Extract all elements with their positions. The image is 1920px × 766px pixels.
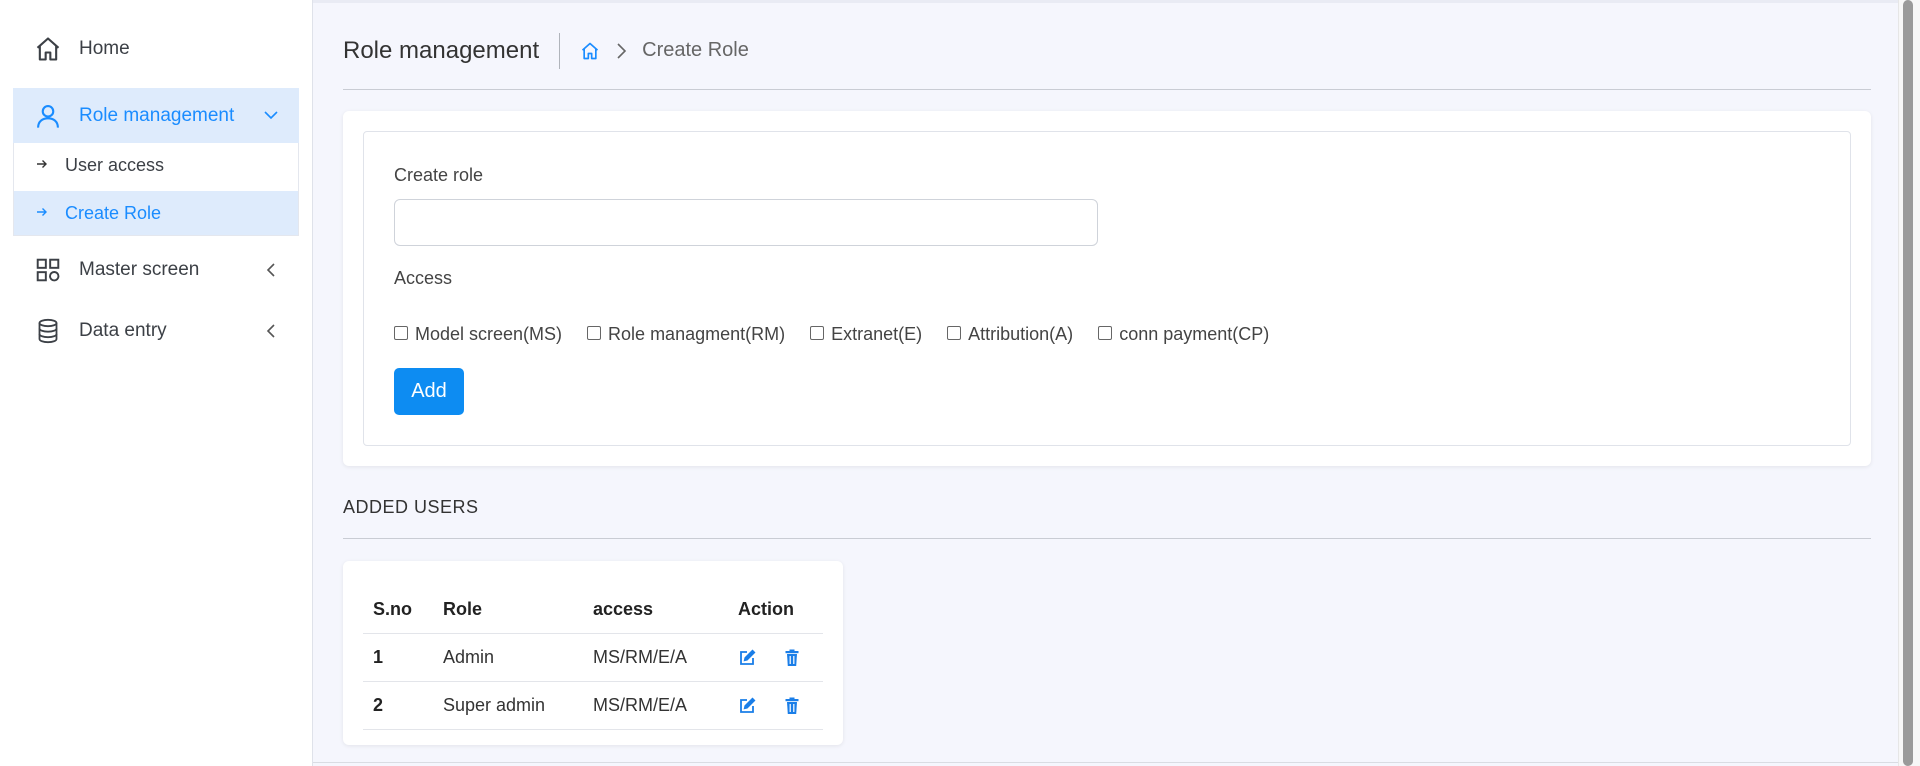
added-users-title: ADDED USERS xyxy=(343,497,1871,539)
sidebar-item-home[interactable]: Home xyxy=(13,27,299,71)
page-title: Role management xyxy=(343,36,540,64)
create-role-input[interactable] xyxy=(394,199,1098,246)
table-row: 1 Admin MS/RM/E/A xyxy=(363,633,823,682)
create-role-label: Create role xyxy=(394,165,484,185)
sidebar-sub-label: Create Role xyxy=(65,202,162,223)
cell-access: MS/RM/E/A xyxy=(583,681,728,730)
bottom-border xyxy=(313,762,1898,763)
table-row: 2 Super admin MS/RM/E/A xyxy=(363,681,823,730)
access-checkboxes: Model screen(MS) Role managment(RM) Extr… xyxy=(394,324,1294,345)
column-header-role: Role xyxy=(433,587,583,634)
home-icon xyxy=(33,34,63,64)
edit-icon[interactable] xyxy=(738,649,756,667)
sidebar-item-data-entry[interactable]: Data entry xyxy=(13,309,299,353)
sidebar-item-label: Home xyxy=(79,38,130,59)
breadcrumb-home-icon[interactable] xyxy=(580,41,600,61)
checkbox-conn-payment[interactable]: conn payment(CP) xyxy=(1098,324,1269,345)
user-icon xyxy=(33,101,63,131)
cell-role: Admin xyxy=(433,633,583,682)
checkbox-box[interactable] xyxy=(947,326,962,340)
column-header-access: access xyxy=(583,587,728,634)
checkbox-attribution[interactable]: Attribution(A) xyxy=(947,324,1073,345)
table-header-row: S.no Role access Action xyxy=(363,587,823,634)
arrow-right-icon xyxy=(36,205,52,221)
top-border xyxy=(313,0,1920,3)
chevron-down-icon xyxy=(261,105,281,125)
database-icon xyxy=(33,316,63,346)
cell-role: Super admin xyxy=(433,681,583,730)
checkbox-label: conn payment(CP) xyxy=(1119,324,1270,344)
checkbox-box[interactable] xyxy=(587,326,602,340)
checkbox-extranet[interactable]: Extranet(E) xyxy=(810,324,922,345)
role-management-submenu: User access Create Role xyxy=(13,143,299,236)
sidebar-item-role-management[interactable]: Role management xyxy=(13,88,299,143)
edit-icon[interactable] xyxy=(738,697,756,715)
cell-sno: 2 xyxy=(363,681,433,730)
chevron-left-icon xyxy=(261,260,281,280)
column-header-action: Action xyxy=(728,587,823,634)
sidebar-item-user-access[interactable]: User access xyxy=(14,143,298,187)
breadcrumb-current: Create Role xyxy=(642,39,749,61)
added-users-card: S.no Role access Action 1 Admin MS/RM/E/… xyxy=(343,561,843,745)
cell-access: MS/RM/E/A xyxy=(583,633,728,682)
checkbox-label: Attribution(A) xyxy=(968,324,1074,344)
delete-icon[interactable] xyxy=(783,649,801,667)
chevron-left-icon xyxy=(261,321,281,341)
cell-sno: 1 xyxy=(363,633,433,682)
access-label: Access xyxy=(394,268,453,288)
create-role-form: Create role Access Model screen(MS) Role… xyxy=(363,131,1851,446)
checkbox-label: Role managment(RM) xyxy=(608,324,786,344)
sidebar-item-label: Data entry xyxy=(79,320,167,341)
checkbox-box[interactable] xyxy=(1098,326,1113,340)
sidebar-item-create-role[interactable]: Create Role xyxy=(14,191,298,235)
sidebar: Home Role management User access Create … xyxy=(0,0,313,766)
checkbox-model-screen[interactable]: Model screen(MS) xyxy=(394,324,562,345)
checkbox-box[interactable] xyxy=(394,326,408,340)
checkbox-box[interactable] xyxy=(810,326,825,340)
vertical-scrollbar[interactable] xyxy=(1898,0,1920,766)
added-users-table: S.no Role access Action 1 Admin MS/RM/E/… xyxy=(363,587,823,730)
sidebar-item-label: Role management xyxy=(79,104,235,126)
cell-actions xyxy=(728,633,823,682)
header-divider xyxy=(559,32,561,69)
chevron-right-icon xyxy=(612,40,630,62)
page-header: Role management Create Role xyxy=(343,28,1871,90)
cell-actions xyxy=(728,681,823,730)
add-button[interactable]: Add xyxy=(394,368,464,415)
scrollbar-thumb[interactable] xyxy=(1903,0,1913,766)
arrow-right-icon xyxy=(36,157,52,173)
grid-icon xyxy=(33,255,63,285)
checkbox-role-management[interactable]: Role managment(RM) xyxy=(587,324,785,345)
sidebar-sub-label: User access xyxy=(65,154,165,175)
column-header-sno: S.no xyxy=(363,587,433,634)
create-role-card: Create role Access Model screen(MS) Role… xyxy=(343,111,1871,466)
delete-icon[interactable] xyxy=(783,697,801,715)
checkbox-label: Model screen(MS) xyxy=(415,324,563,344)
sidebar-item-label: Master screen xyxy=(79,259,200,280)
checkbox-label: Extranet(E) xyxy=(831,324,923,344)
sidebar-item-master-screen[interactable]: Master screen xyxy=(13,248,299,292)
